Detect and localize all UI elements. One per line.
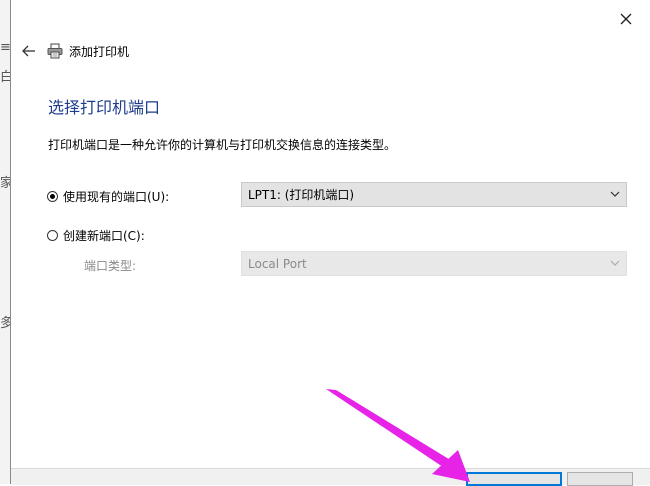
printer-icon [47, 43, 63, 59]
chevron-down-icon [610, 260, 620, 266]
existing-port-radio[interactable] [47, 191, 58, 202]
existing-port-radio-option[interactable]: 使用现有的端口(U): [47, 188, 169, 205]
add-printer-dialog: 添加打印机 选择打印机端口 打印机端口是一种允许你的计算机与打印机交换信息的连接… [10, 0, 650, 486]
back-arrow-icon [22, 45, 35, 57]
chevron-down-icon [610, 191, 620, 197]
new-port-label: 创建新端口(C): [63, 229, 145, 243]
port-type-dropdown: Local Port [241, 251, 627, 276]
wizard-title: 添加打印机 [47, 42, 129, 60]
existing-port-label: 使用现有的端口(U): [63, 190, 170, 204]
close-icon [620, 13, 632, 25]
existing-port-selected-value: LPT1: (打印机端口) [248, 188, 355, 202]
close-button[interactable] [615, 8, 637, 30]
window-title: 添加打印机 [69, 44, 130, 59]
back-button[interactable] [17, 40, 41, 62]
page-description: 打印机端口是一种允许你的计算机与打印机交换信息的连接类型。 [48, 138, 397, 152]
new-port-radio[interactable] [47, 230, 58, 241]
page-title: 选择打印机端口 [48, 98, 161, 117]
new-port-radio-option[interactable]: 创建新端口(C): [47, 227, 145, 244]
port-type-label: 端口类型: [84, 259, 137, 273]
port-type-value: Local Port [248, 256, 307, 271]
existing-port-dropdown[interactable]: LPT1: (打印机端口) [241, 182, 627, 207]
